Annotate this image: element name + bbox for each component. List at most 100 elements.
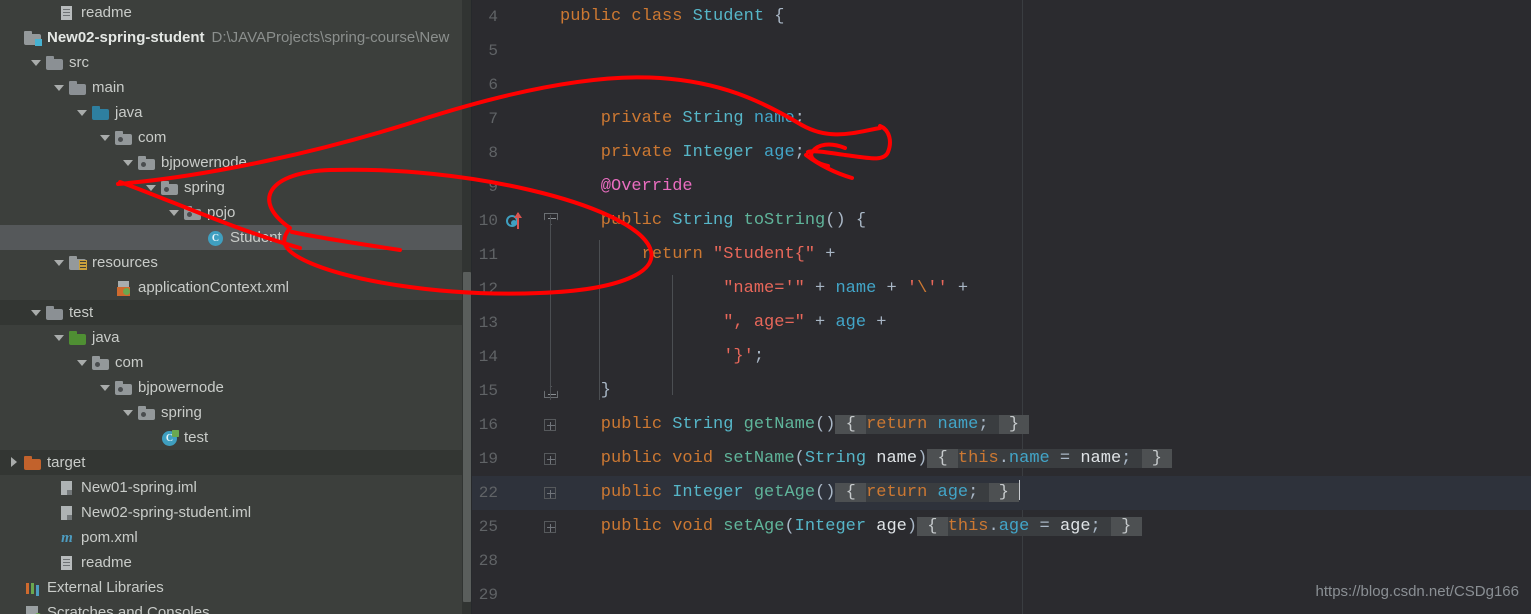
code-text[interactable]: "name='" + name + '\'' + bbox=[550, 272, 968, 306]
code-text[interactable]: public Integer getAge() { return age; } bbox=[550, 476, 1021, 510]
tree-item-test[interactable]: Ctest bbox=[0, 425, 472, 450]
tree-item-label: New02-spring-student.iml bbox=[81, 504, 252, 521]
tree-item-student[interactable]: C Student bbox=[0, 225, 472, 250]
fold-expand-icon[interactable] bbox=[544, 521, 556, 533]
text-caret bbox=[1019, 480, 1021, 500]
code-line-11[interactable]: 11 return "Student{" + bbox=[472, 238, 1531, 272]
tree-item-label: com bbox=[115, 354, 144, 371]
tree-item-resources[interactable]: resources bbox=[0, 250, 472, 275]
chevron-down-icon[interactable] bbox=[168, 206, 181, 219]
chevron-down-icon[interactable] bbox=[145, 181, 158, 194]
tree-item-pojo[interactable]: pojo bbox=[0, 200, 472, 225]
tree-item-spring[interactable]: spring bbox=[0, 175, 472, 200]
chevron-right-icon[interactable] bbox=[8, 456, 21, 469]
code-line-16[interactable]: 16 public String getName() { return name… bbox=[472, 408, 1531, 442]
file-icon bbox=[58, 5, 76, 21]
code-text[interactable]: return "Student{" + bbox=[550, 238, 846, 272]
code-text[interactable]: public String getName() { return name; } bbox=[550, 408, 1030, 442]
code-text[interactable]: @Override bbox=[550, 170, 693, 204]
code-text[interactable]: public String toString() { bbox=[550, 204, 866, 238]
code-line-7[interactable]: 7 private String name; bbox=[472, 102, 1531, 136]
chevron-down-icon[interactable] bbox=[76, 356, 89, 369]
code-text[interactable]: public void setAge(Integer age) { this.a… bbox=[550, 510, 1142, 544]
code-line-12[interactable]: 12 "name='" + name + '\'' + bbox=[472, 272, 1531, 306]
code-line-28[interactable]: 28 bbox=[472, 544, 1531, 578]
tree-item-new01-spring-iml[interactable]: New01-spring.iml bbox=[0, 475, 472, 500]
tree-item-bjpowernode[interactable]: bjpowernode bbox=[0, 375, 472, 400]
code-text[interactable]: public class Student { bbox=[550, 0, 784, 34]
project-tree[interactable]: readme New02-spring-student D:\JAVAProject… bbox=[0, 0, 472, 614]
sidebar-scrollbar-thumb[interactable] bbox=[463, 272, 471, 602]
chevron-down-icon[interactable] bbox=[30, 56, 43, 69]
code-editor[interactable]: 4 public class Student {5 6 7 private Strin… bbox=[472, 0, 1531, 614]
chevron-down-icon[interactable] bbox=[76, 106, 89, 119]
tree-item-label: bjpowernode bbox=[138, 379, 224, 396]
code-line-4[interactable]: 4 public class Student { bbox=[472, 0, 1531, 34]
code-line-13[interactable]: 13 ", age=" + age + bbox=[472, 306, 1531, 340]
tree-item-label: bjpowernode bbox=[161, 154, 247, 171]
tree-item-com[interactable]: com bbox=[0, 125, 472, 150]
tree-item-readme[interactable]: readme bbox=[0, 550, 472, 575]
code-text[interactable]: '}'; bbox=[550, 340, 764, 374]
chevron-down-icon[interactable] bbox=[53, 81, 66, 94]
chevron-down-icon[interactable] bbox=[30, 306, 43, 319]
tree-item-label: test bbox=[184, 429, 209, 446]
tree-item-label: spring bbox=[161, 404, 202, 421]
chevron-down-icon[interactable] bbox=[53, 331, 66, 344]
package-folder-icon bbox=[138, 155, 156, 171]
chevron-down-icon[interactable] bbox=[99, 131, 112, 144]
code-text[interactable]: public void setName(String name) { this.… bbox=[550, 442, 1173, 476]
override-method-icon[interactable] bbox=[506, 212, 522, 229]
scratches-icon bbox=[24, 605, 42, 614]
tree-item-target[interactable]: target bbox=[0, 450, 472, 475]
tree-item-label: readme bbox=[81, 4, 132, 21]
code-line-10[interactable]: 10 public String toString() { bbox=[472, 204, 1531, 238]
tree-item-label: java bbox=[115, 104, 143, 121]
fold-expand-icon[interactable] bbox=[544, 453, 556, 465]
code-line-8[interactable]: 8 private Integer age; bbox=[472, 136, 1531, 170]
tree-item-scratches-and-consoles[interactable]: Scratches and Consoles bbox=[0, 600, 472, 614]
line-number-13: 13 bbox=[478, 314, 498, 332]
chevron-down-icon[interactable] bbox=[122, 156, 135, 169]
tree-item-new02-spring-student-iml[interactable]: New02-spring-student.iml bbox=[0, 500, 472, 525]
fold-expand-icon[interactable] bbox=[544, 487, 556, 499]
tree-item-label: src bbox=[69, 54, 89, 71]
tree-item-external-libraries[interactable]: External Libraries bbox=[0, 575, 472, 600]
tree-item-com[interactable]: com bbox=[0, 350, 472, 375]
fold-expand-icon[interactable] bbox=[544, 419, 556, 431]
tree-item-test[interactable]: test bbox=[0, 300, 472, 325]
ide-window: readme New02-spring-student D:\JAVAProject… bbox=[0, 0, 1531, 614]
tree-item-java[interactable]: java bbox=[0, 100, 472, 125]
code-text[interactable]: } bbox=[550, 374, 611, 408]
tree-item-readme[interactable]: readme bbox=[0, 0, 472, 25]
tree-item-label: main bbox=[92, 79, 125, 96]
tree-item-new02-spring-student[interactable]: New02-spring-student D:\JAVAProjects\spri… bbox=[0, 25, 472, 50]
tree-item-bjpowernode[interactable]: bjpowernode bbox=[0, 150, 472, 175]
chevron-down-icon[interactable] bbox=[122, 406, 135, 419]
tree-item-java[interactable]: java bbox=[0, 325, 472, 350]
tree-item-applicationcontext-xml[interactable]: applicationContext.xml bbox=[0, 275, 472, 300]
code-line-22[interactable]: 22 public Integer getAge() { return age;… bbox=[472, 476, 1531, 510]
tree-item-label: resources bbox=[92, 254, 158, 271]
code-text[interactable]: ", age=" + age + bbox=[550, 306, 886, 340]
code-line-25[interactable]: 25 public void setAge(Integer age) { thi… bbox=[472, 510, 1531, 544]
code-line-14[interactable]: 14 '}'; bbox=[472, 340, 1531, 374]
tree-item-spring[interactable]: spring bbox=[0, 400, 472, 425]
code-line-5[interactable]: 5 bbox=[472, 34, 1531, 68]
tree-item-label: java bbox=[92, 329, 120, 346]
tree-item-pom-xml[interactable]: m pom.xml bbox=[0, 525, 472, 550]
code-text[interactable]: private String name; bbox=[550, 102, 805, 136]
chevron-down-icon[interactable] bbox=[99, 381, 112, 394]
tree-item-src[interactable]: src bbox=[0, 50, 472, 75]
code-line-9[interactable]: 9 @Override bbox=[472, 170, 1531, 204]
code-text[interactable]: private Integer age; bbox=[550, 136, 805, 170]
code-lines[interactable]: 4 public class Student {5 6 7 private Strin… bbox=[472, 0, 1531, 612]
code-line-19[interactable]: 19 public void setName(String name) { th… bbox=[472, 442, 1531, 476]
project-tree-panel[interactable]: readme New02-spring-student D:\JAVAProject… bbox=[0, 0, 472, 614]
code-line-6[interactable]: 6 bbox=[472, 68, 1531, 102]
chevron-down-icon[interactable] bbox=[53, 256, 66, 269]
tree-item-main[interactable]: main bbox=[0, 75, 472, 100]
code-line-15[interactable]: 15 } bbox=[472, 374, 1531, 408]
